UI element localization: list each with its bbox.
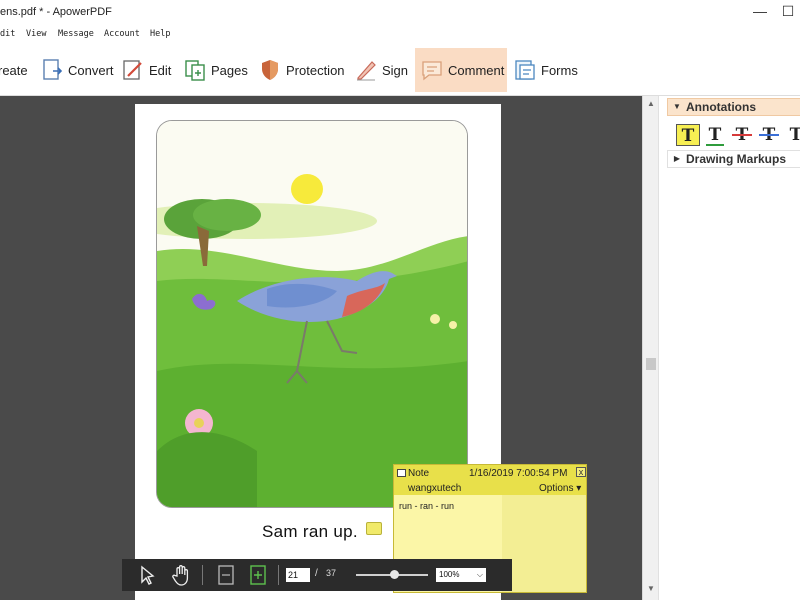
drawing-markups-section-header[interactable]: ▶ Drawing Markups	[667, 150, 800, 168]
forms-button[interactable]: Forms	[513, 48, 583, 92]
create-button[interactable]: reate	[0, 48, 36, 92]
shield-icon	[262, 60, 278, 80]
pages-label: Pages	[211, 62, 248, 78]
add-page-view-button[interactable]	[246, 563, 270, 587]
convert-icon	[43, 59, 63, 80]
menu-account[interactable]: Account	[104, 29, 140, 39]
menu-help[interactable]: Help	[150, 29, 170, 39]
note-text[interactable]: run - ran - run	[399, 501, 454, 511]
edit-button[interactable]: Edit	[121, 48, 177, 92]
options-dropdown-icon: ▾	[576, 483, 582, 494]
comment-label: Comment	[448, 62, 505, 78]
page-caption: Sam ran up.	[262, 522, 358, 541]
scroll-down-arrow-icon[interactable]: ▼	[647, 584, 655, 593]
page-number-input[interactable]: 21	[286, 568, 310, 582]
pen-icon	[357, 61, 376, 81]
menu-message[interactable]: Message	[58, 29, 94, 39]
edit-icon	[123, 60, 142, 80]
caret-icon	[759, 134, 779, 136]
hand-tool-button[interactable]	[170, 563, 194, 587]
convert-button[interactable]: Convert	[40, 48, 116, 92]
note-label: Note	[408, 468, 430, 479]
underline-text-tool[interactable]: T	[703, 124, 727, 146]
note-body-shade	[502, 495, 586, 592]
menu-bar: dit View Message Account Help	[0, 26, 800, 44]
menu-edit[interactable]: dit	[0, 29, 15, 39]
edit-label: Edit	[149, 62, 172, 78]
page-fit-icon	[218, 565, 234, 585]
note-icon	[397, 469, 406, 477]
zoom-slider-handle[interactable]	[390, 570, 399, 579]
replace-text-tool[interactable]: T	[757, 124, 781, 146]
page-illustration	[156, 120, 468, 508]
menu-view[interactable]: View	[26, 29, 46, 39]
annotations-section-header[interactable]: ▼ Annotations	[667, 98, 800, 116]
comment-icon	[422, 61, 442, 81]
insert-text-tool[interactable]: T	[784, 124, 800, 146]
toolbar-separator	[202, 565, 203, 585]
comment-button[interactable]: Comment	[415, 48, 507, 92]
select-tool-button[interactable]	[136, 563, 160, 587]
red-strike-icon	[732, 134, 752, 136]
page-separator: /	[315, 568, 318, 579]
sign-label: Sign	[382, 62, 409, 78]
note-options-menu[interactable]: Options ▾	[539, 483, 581, 494]
hand-icon	[172, 565, 189, 586]
pages-icon	[185, 60, 205, 81]
zoom-select[interactable]: 100% ⌵	[436, 568, 486, 582]
forms-icon	[515, 60, 535, 80]
scroll-up-arrow-icon[interactable]: ▲	[647, 99, 655, 108]
protection-button[interactable]: Protection	[258, 48, 348, 92]
page-plus-icon	[250, 565, 266, 585]
sticky-note-marker-icon[interactable]	[366, 522, 382, 535]
floating-navigation-bar: 21 / 37 100% ⌵	[122, 559, 512, 591]
collapse-arrow-icon: ▼	[673, 102, 681, 112]
strikeout-text-tool[interactable]: T	[730, 124, 754, 146]
cursor-arrow-icon	[141, 565, 155, 585]
sign-button[interactable]: Sign	[354, 48, 412, 92]
scrollbar-thumb[interactable]	[646, 358, 656, 370]
title-bar: ens.pdf * - ApowerPDF — ☐	[0, 0, 800, 26]
highlight-text-tool[interactable]: T	[676, 124, 700, 146]
toolbar-separator	[278, 565, 279, 585]
single-page-view-button[interactable]	[214, 563, 238, 587]
pages-button[interactable]: Pages	[183, 48, 253, 92]
forms-label: Forms	[541, 62, 578, 78]
vertical-scrollbar[interactable]: ▲ ▼	[642, 96, 658, 600]
ribbon-toolbar: reate Convert Edit Pages Protection Sign…	[0, 44, 800, 96]
protection-label: Protection	[286, 62, 345, 78]
comment-panel: ▼ Annotations ▶ Drawing Markups	[658, 96, 800, 600]
annotation-tools: T T T T T	[676, 124, 800, 146]
note-author: wangxutech	[408, 483, 462, 494]
expand-arrow-icon: ▶	[673, 154, 681, 164]
note-close-button[interactable]: x	[576, 467, 586, 477]
maximize-button[interactable]: ☐	[776, 0, 800, 22]
chevron-down-icon: ⌵	[476, 570, 483, 579]
green-underline-icon	[706, 144, 724, 146]
window-title: ens.pdf * - ApowerPDF	[0, 6, 112, 18]
total-pages: 37	[326, 568, 337, 578]
note-date: 1/16/2019 7:00:54 PM	[469, 468, 568, 479]
minimize-button[interactable]: —	[748, 0, 772, 22]
create-label: reate	[0, 62, 28, 78]
bird-illustration-image	[157, 121, 467, 507]
convert-label: Convert	[68, 62, 114, 78]
